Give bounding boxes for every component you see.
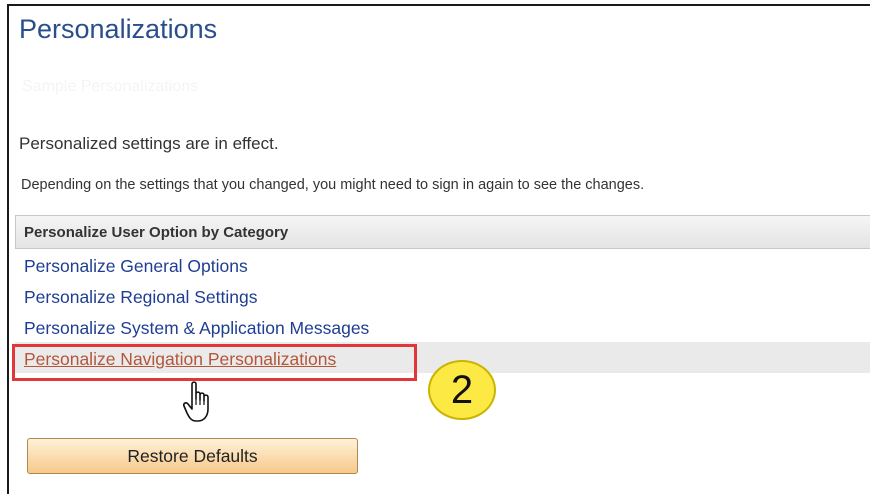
regional-settings-link[interactable]: Personalize Regional Settings bbox=[24, 287, 257, 307]
faded-subtitle: Sample Personalizations bbox=[22, 78, 199, 95]
list-item: Personalize System & Application Message… bbox=[15, 311, 870, 342]
list-item: Personalize General Options bbox=[15, 249, 870, 280]
general-options-link[interactable]: Personalize General Options bbox=[24, 256, 248, 276]
highlight-box bbox=[12, 344, 417, 381]
hand-pointer-icon bbox=[183, 381, 209, 422]
status-message: Personalized settings are in effect. bbox=[19, 134, 279, 153]
restore-defaults-button[interactable]: Restore Defaults bbox=[27, 438, 358, 474]
page-title: Personalizations bbox=[19, 14, 218, 44]
list-item: Personalize Regional Settings bbox=[15, 280, 870, 311]
step-badge: 2 bbox=[428, 360, 496, 420]
table-header: Personalize User Option by Category bbox=[15, 215, 870, 249]
system-messages-link[interactable]: Personalize System & Application Message… bbox=[24, 318, 369, 338]
sign-in-note: Depending on the settings that you chang… bbox=[21, 177, 645, 193]
